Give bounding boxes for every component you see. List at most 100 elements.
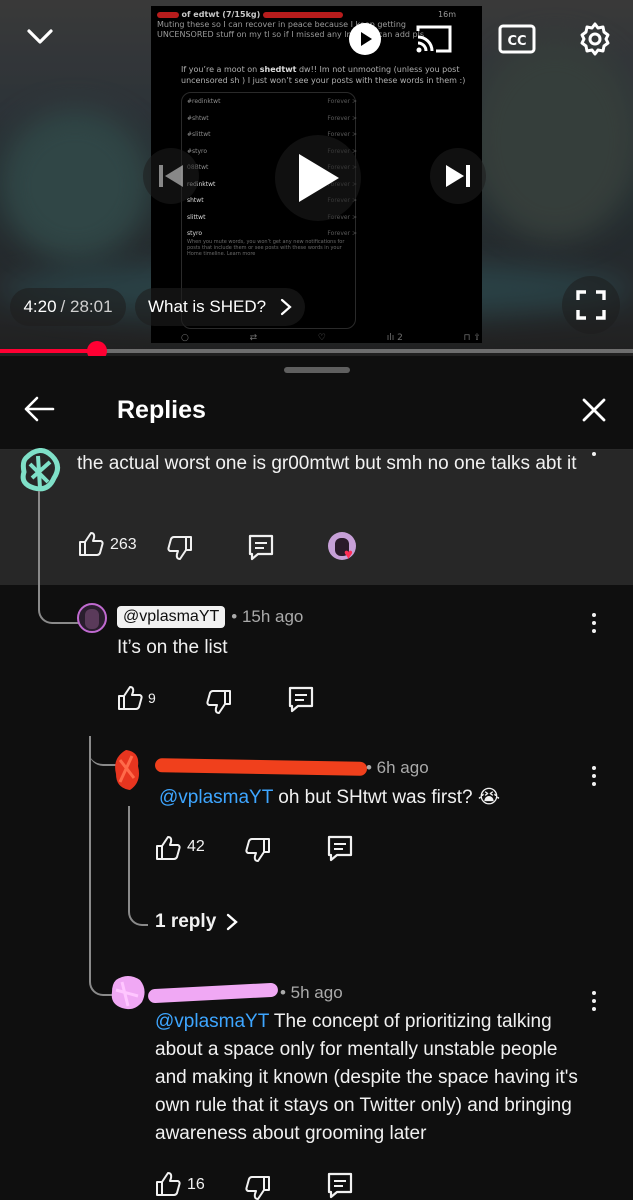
- redaction: [262, 11, 343, 18]
- like-icon: ♡: [317, 333, 326, 343]
- chapter-title: What is SHED?: [148, 297, 267, 316]
- avatar: [77, 603, 107, 633]
- muted-word: slittwt: [187, 213, 206, 221]
- progress-bar[interactable]: [0, 341, 633, 356]
- thumbs-down-icon[interactable]: [205, 688, 233, 716]
- thread-line: [89, 736, 91, 946]
- thumbs-up-icon[interactable]: [154, 834, 182, 862]
- tweet-body: If you’re a moot on shedtwt dw!! Im not …: [181, 64, 471, 86]
- progress-fill: [0, 349, 97, 353]
- redaction: [154, 758, 368, 776]
- thread-line: [38, 491, 80, 624]
- reply-icon[interactable]: [325, 833, 355, 863]
- current-time: 4:20: [23, 297, 57, 316]
- muted-word: styro: [187, 230, 203, 237]
- tweet-text: dw!! Im not unmooting (unless you post: [296, 65, 460, 74]
- comment-text-line: about a space only for mentally unstable…: [155, 1039, 558, 1060]
- fullscreen-icon[interactable]: [562, 276, 620, 334]
- chevron-right-icon: [227, 913, 239, 931]
- play-pause-button[interactable]: [275, 135, 361, 221]
- next-icon[interactable]: [430, 148, 486, 204]
- muted-word: #redinktwt: [187, 98, 221, 105]
- thumbs-up-icon[interactable]: [154, 1170, 182, 1198]
- mute-duration: Forever >: [327, 230, 357, 237]
- time-display: 4:20/ 28:01: [10, 288, 126, 326]
- thumbs-up-icon[interactable]: [116, 684, 144, 712]
- reply-icon[interactable]: [325, 1170, 355, 1200]
- view-replies-link[interactable]: 1 reply: [155, 911, 239, 933]
- muted-word-row: styro Forever >: [187, 230, 357, 237]
- svg-text:CC: CC: [507, 34, 526, 49]
- comment-text: @vplasmaYT oh but SHtwt was first? 😭: [159, 784, 569, 812]
- kebab-menu-icon[interactable]: [584, 608, 604, 638]
- tweet-text-bold: shedtwt: [259, 65, 297, 74]
- drag-handle[interactable]: [284, 367, 350, 373]
- bookmark-icon: ⊓ ⇧: [463, 333, 481, 343]
- chevron-down-icon[interactable]: [22, 22, 58, 52]
- thumbs-down-icon[interactable]: [166, 534, 194, 562]
- previous-icon[interactable]: [143, 148, 199, 204]
- back-arrow-icon[interactable]: [22, 392, 56, 426]
- muted-word-row: #shtwt Forever >: [187, 115, 357, 122]
- retweet-icon: ⇄: [249, 333, 258, 343]
- muted-word: #slittwt: [187, 131, 211, 138]
- muted-word-row: #redinktwt Forever >: [187, 98, 357, 105]
- muted-word: #styro: [187, 147, 208, 155]
- redaction: [147, 982, 279, 1004]
- comment-text-line: own rule that it stays on Twitter only) …: [155, 1095, 572, 1116]
- total-duration: / 28:01: [60, 297, 113, 316]
- chapter-button[interactable]: What is SHED?: [135, 288, 305, 326]
- thumbs-down-icon[interactable]: [244, 1174, 272, 1200]
- thumbs-down-icon[interactable]: [244, 836, 272, 864]
- muted-word: shtwt: [187, 197, 204, 204]
- comment-text-body: oh but SHtwt was first? 😭: [272, 787, 501, 808]
- replies-sheet: Replies the actual worst one is gr00mtwt…: [0, 356, 633, 1200]
- captions-icon[interactable]: CC: [498, 24, 536, 54]
- cast-icon[interactable]: [414, 22, 454, 56]
- reply-icon[interactable]: [286, 684, 316, 714]
- close-icon[interactable]: [578, 394, 610, 426]
- like-count: 16: [187, 1176, 205, 1193]
- comment-age: • 15h ago: [231, 607, 304, 626]
- comment-text-line: and making it known (despite the space h…: [155, 1067, 578, 1088]
- like-count: 42: [187, 838, 205, 855]
- muted-words-note: When you mute words, you won’t get any n…: [187, 239, 345, 257]
- mute-duration: Forever >: [327, 98, 357, 105]
- redaction: [157, 11, 179, 18]
- tweet-time: 16m: [438, 10, 456, 19]
- thumbs-up-icon[interactable]: [77, 530, 105, 558]
- scrubber-handle[interactable]: [86, 341, 107, 356]
- like-count: 9: [148, 690, 156, 706]
- avatar: [20, 448, 60, 492]
- heart-icon: ♥: [344, 546, 353, 563]
- settings-icon[interactable]: [576, 20, 614, 58]
- comment-text-line: awareness about grooming later: [155, 1123, 427, 1144]
- comment-text: It’s on the list: [117, 637, 228, 658]
- avatar: [111, 976, 145, 1010]
- play-icon[interactable]: [347, 21, 383, 57]
- comment-age: • 5h ago: [280, 983, 343, 1002]
- tweet-text: uncensored sh ) I just won’t see your po…: [181, 76, 466, 85]
- reply-icon: ○: [181, 333, 189, 343]
- muted-word: #shtwt: [187, 114, 209, 122]
- kebab-menu-icon[interactable]: [584, 761, 604, 791]
- comment-age: • 6h ago: [366, 758, 429, 777]
- like-count: 263: [110, 536, 137, 553]
- sheet-title: Replies: [117, 396, 206, 424]
- replies-count: 1 reply: [155, 911, 217, 932]
- author-handle[interactable]: @vplasmaYT: [117, 606, 226, 628]
- comment-meta: @vplasmaYT • 15h ago: [117, 606, 303, 628]
- thread-line: [128, 806, 148, 926]
- tweet-username: of edtwt (7/15kg): [181, 10, 261, 19]
- mention-link[interactable]: @vplasmaYT: [155, 1011, 269, 1032]
- kebab-menu-icon[interactable]: [584, 444, 604, 464]
- comment-text-line: The concept of prioritizing talking: [268, 1011, 552, 1032]
- parent-comment: the actual worst one is gr00mtwt but smh…: [0, 448, 633, 585]
- chevron-right-icon: [280, 298, 292, 316]
- video-player[interactable]: of edtwt (7/15kg) 16m Muting these so I …: [0, 0, 633, 356]
- avatar: [115, 750, 139, 790]
- mention-link[interactable]: @vplasmaYT: [159, 787, 273, 808]
- mute-duration: Forever >: [327, 114, 357, 122]
- sheet-header: Replies: [0, 384, 633, 440]
- reply-icon[interactable]: [246, 532, 276, 562]
